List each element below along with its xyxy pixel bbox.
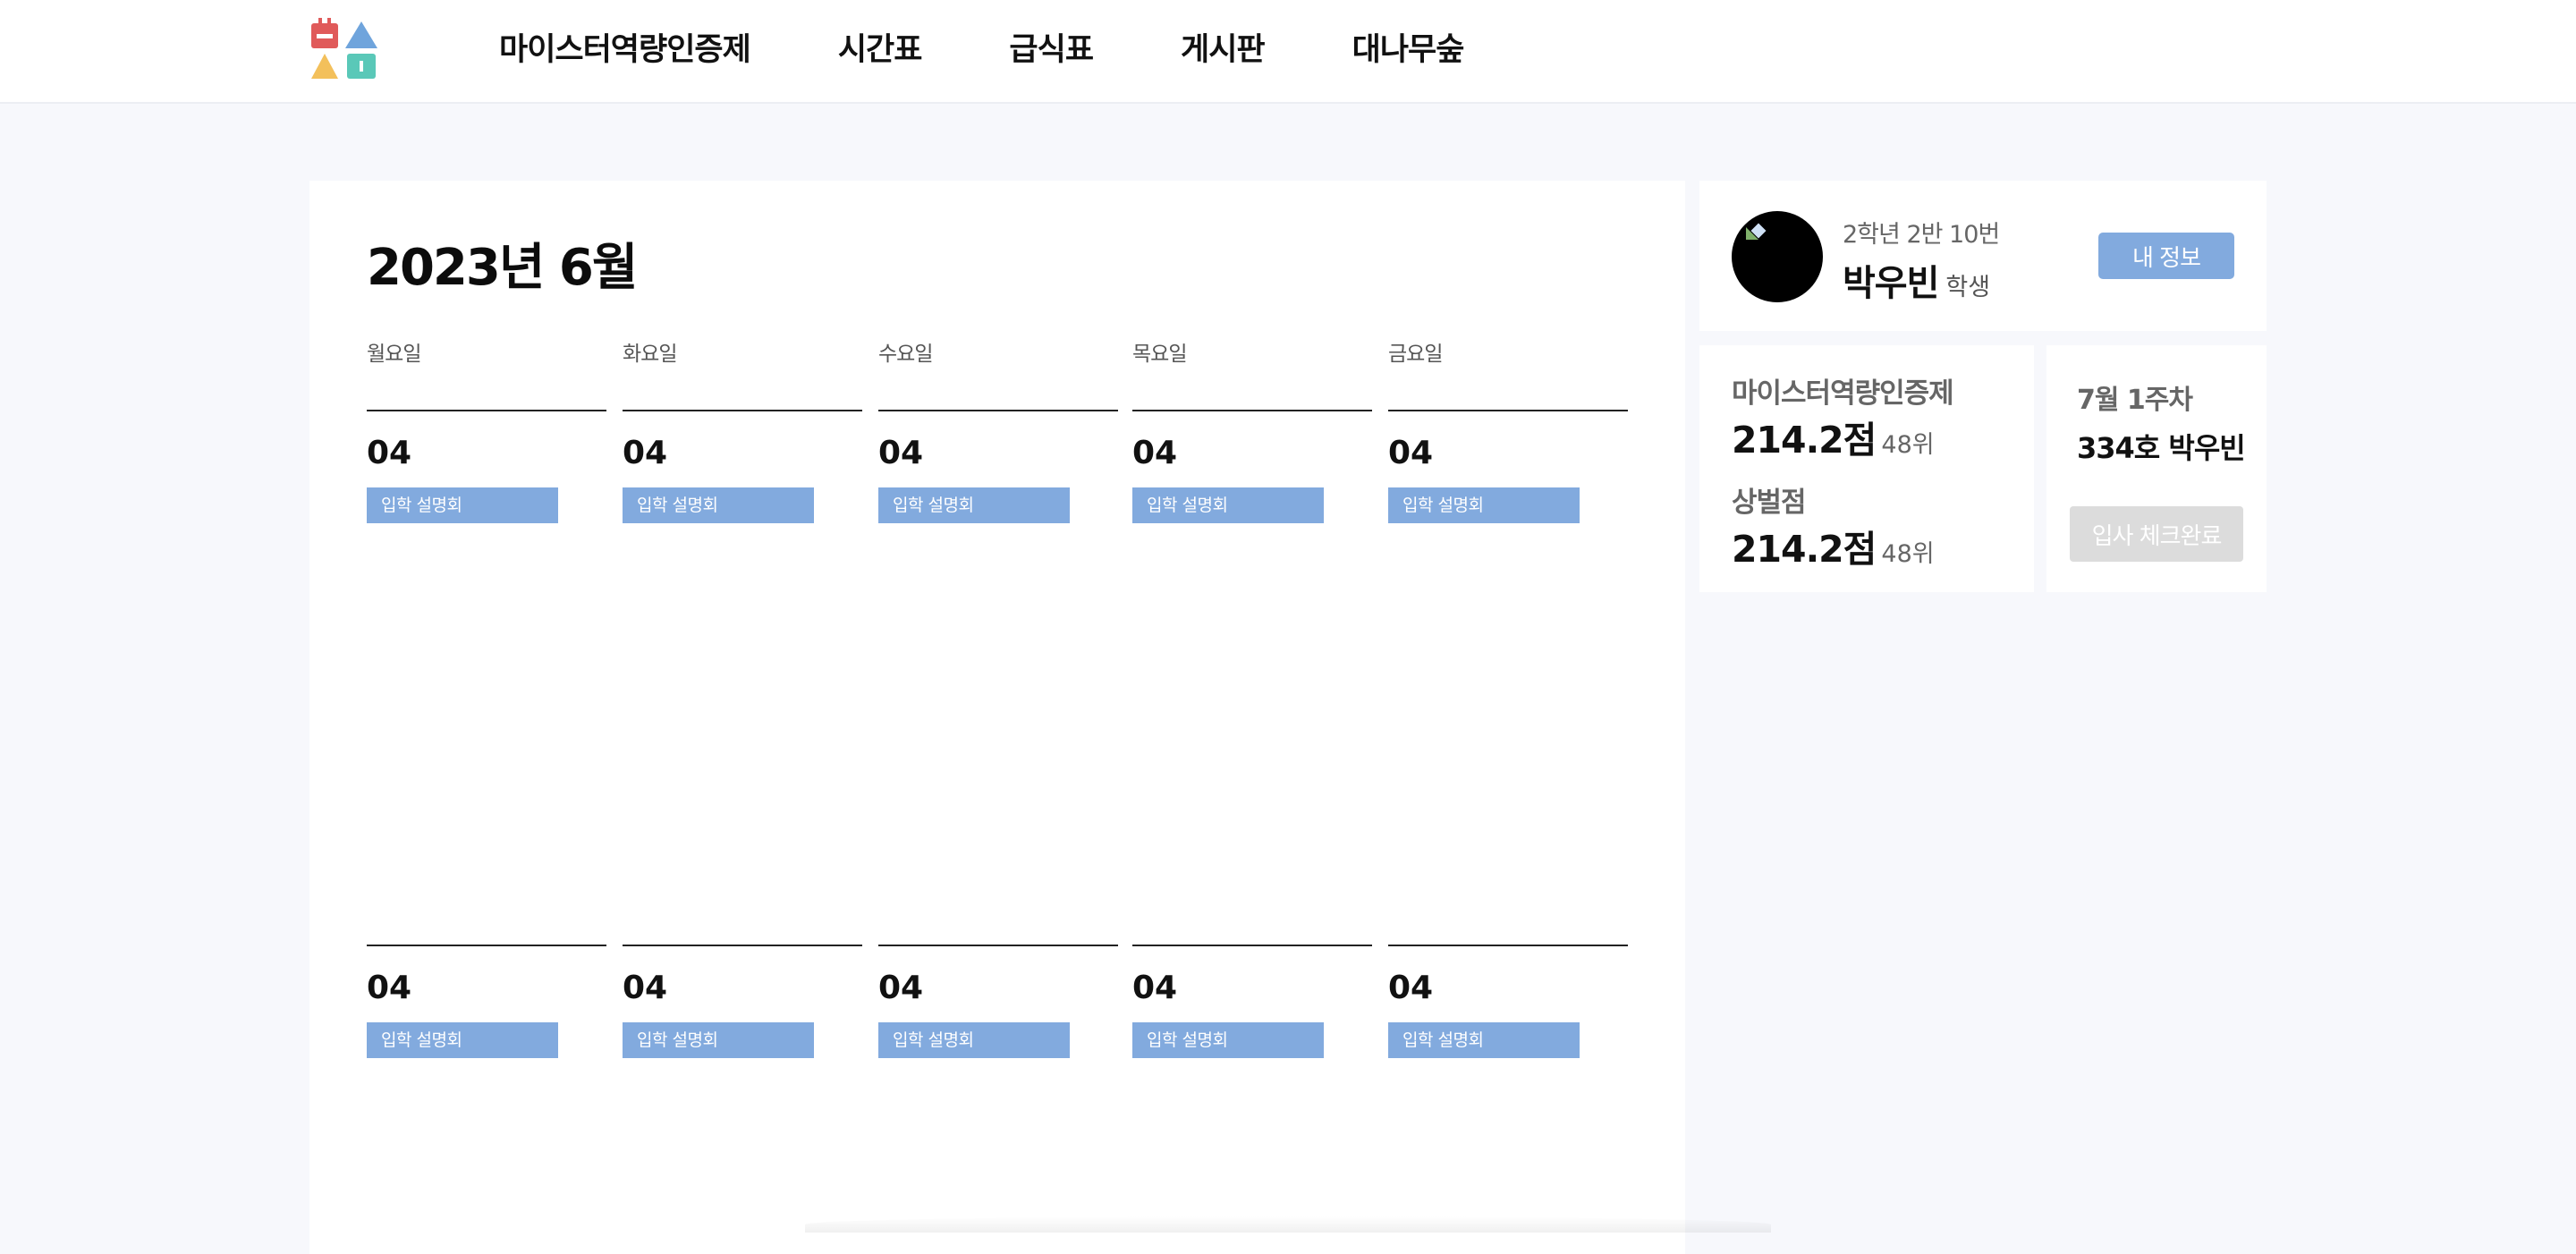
cell-divider xyxy=(367,945,606,946)
calendar-day-cell[interactable]: 04 입학 설명회 xyxy=(878,410,1118,523)
main-nav: 마이스터역량인증제 시간표 급식표 게시판 대나무숲 xyxy=(499,0,1551,93)
nav-item-timetable[interactable]: 시간표 xyxy=(838,24,923,70)
dorm-check-card: 7월 1주차 334호 박우빈 입사 체크완료 xyxy=(2046,345,2267,592)
top-navigation-bar: 마이스터역량인증제 시간표 급식표 게시판 대나무숲 xyxy=(0,0,2576,104)
week-label: 7월 1주차 xyxy=(2077,385,2193,416)
event-tag[interactable]: 입학 설명회 xyxy=(1388,1022,1580,1058)
day-number: 04 xyxy=(1132,970,1178,1006)
merit-label: 상벌점 xyxy=(1732,487,1807,519)
calendar-day-cell[interactable]: 04 입학 설명회 xyxy=(1132,410,1372,523)
calendar-day-cell[interactable]: 04 입학 설명회 xyxy=(367,945,606,1058)
cell-divider xyxy=(1132,410,1372,411)
day-number: 04 xyxy=(878,970,924,1006)
event-tag[interactable]: 입학 설명회 xyxy=(1388,487,1580,523)
weekday-label: 목요일 xyxy=(1132,343,1187,366)
cell-divider xyxy=(878,945,1118,946)
calendar-day-cell[interactable]: 04 입학 설명회 xyxy=(623,410,862,523)
calendar-day-cell[interactable]: 04 입학 설명회 xyxy=(367,410,606,523)
calendar-day-cell[interactable]: 04 입학 설명회 xyxy=(878,945,1118,1058)
app-logo-icon[interactable] xyxy=(309,16,379,80)
event-tag[interactable]: 입학 설명회 xyxy=(1132,1022,1324,1058)
day-number: 04 xyxy=(367,970,412,1006)
cell-divider xyxy=(623,945,862,946)
calendar-day-cell[interactable]: 04 입학 설명회 xyxy=(1388,410,1628,523)
calendar-column-thursday: 목요일 04 입학 설명회 04 입학 설명회 xyxy=(1132,336,1372,1058)
event-tag[interactable]: 입학 설명회 xyxy=(878,1022,1070,1058)
weekday-label: 월요일 xyxy=(367,343,421,366)
day-number: 04 xyxy=(1388,970,1434,1006)
cell-divider xyxy=(1388,945,1628,946)
bottom-shadow xyxy=(805,1216,1771,1233)
weekday-label: 화요일 xyxy=(623,343,677,366)
merit-score: 214.2점 xyxy=(1732,528,1877,571)
class-info: 2학년 2반 10번 xyxy=(1843,221,2000,249)
meister-score-row: 214.2점 48위 xyxy=(1732,410,1935,463)
event-tag[interactable]: 입학 설명회 xyxy=(367,487,558,523)
meister-label: 마이스터역량인증제 xyxy=(1732,377,1954,410)
event-tag[interactable]: 입학 설명회 xyxy=(623,487,814,523)
nav-item-bamboo-forest[interactable]: 대나무숲 xyxy=(1352,24,1465,70)
check-in-complete-button[interactable]: 입사 체크완료 xyxy=(2070,506,2243,562)
score-stats-card: 마이스터역량인증제 214.2점 48위 상벌점 214.2점 48위 xyxy=(1699,345,2034,592)
nav-item-meister[interactable]: 마이스터역량인증제 xyxy=(499,24,751,70)
calendar-title: 2023년 6월 xyxy=(367,239,638,297)
event-tag[interactable]: 입학 설명회 xyxy=(623,1022,814,1058)
nav-item-board[interactable]: 게시판 xyxy=(1181,24,1266,70)
event-tag[interactable]: 입학 설명회 xyxy=(878,487,1070,523)
calendar-day-cell[interactable]: 04 입학 설명회 xyxy=(623,945,862,1058)
calendar-column-wednesday: 수요일 04 입학 설명회 04 입학 설명회 xyxy=(878,336,1118,1058)
event-tag[interactable]: 입학 설명회 xyxy=(367,1022,558,1058)
day-number: 04 xyxy=(878,435,924,471)
merit-rank: 48위 xyxy=(1881,540,1935,568)
profile-card: 2학년 2반 10번 박우빈 학생 내 정보 xyxy=(1699,181,2267,331)
meister-rank: 48위 xyxy=(1881,431,1935,459)
day-number: 04 xyxy=(623,435,668,471)
calendar-column-friday: 금요일 04 입학 설명회 04 입학 설명회 xyxy=(1388,336,1628,1058)
meister-score: 214.2점 xyxy=(1732,419,1877,462)
cell-divider xyxy=(623,410,862,411)
avatar xyxy=(1732,211,1823,302)
day-number: 04 xyxy=(367,435,412,471)
room-label: 334호 박우빈 xyxy=(2077,431,2246,465)
event-tag[interactable]: 입학 설명회 xyxy=(1132,487,1324,523)
day-number: 04 xyxy=(623,970,668,1006)
student-name: 박우빈 xyxy=(1843,263,1939,304)
calendar-card: 2023년 6월 월요일 04 입학 설명회 04 입학 설명회 화요일 04 … xyxy=(309,181,1685,1254)
cell-divider xyxy=(878,410,1118,411)
cell-divider xyxy=(367,410,606,411)
merit-score-row: 214.2점 48위 xyxy=(1732,519,1935,572)
calendar-day-cell[interactable]: 04 입학 설명회 xyxy=(1132,945,1372,1058)
weekday-label: 수요일 xyxy=(878,343,933,366)
calendar-day-cell[interactable]: 04 입학 설명회 xyxy=(1388,945,1628,1058)
student-role: 학생 xyxy=(1945,274,1991,301)
day-number: 04 xyxy=(1132,435,1178,471)
calendar-column-tuesday: 화요일 04 입학 설명회 04 입학 설명회 xyxy=(623,336,862,1058)
calendar-column-monday: 월요일 04 입학 설명회 04 입학 설명회 xyxy=(367,336,606,1058)
name-row: 박우빈 학생 xyxy=(1843,254,1990,306)
my-info-button[interactable]: 내 정보 xyxy=(2098,233,2234,279)
day-number: 04 xyxy=(1388,435,1434,471)
cell-divider xyxy=(1388,410,1628,411)
cell-divider xyxy=(1132,945,1372,946)
weekday-label: 금요일 xyxy=(1388,343,1443,366)
nav-item-meal[interactable]: 급식표 xyxy=(1009,24,1094,70)
